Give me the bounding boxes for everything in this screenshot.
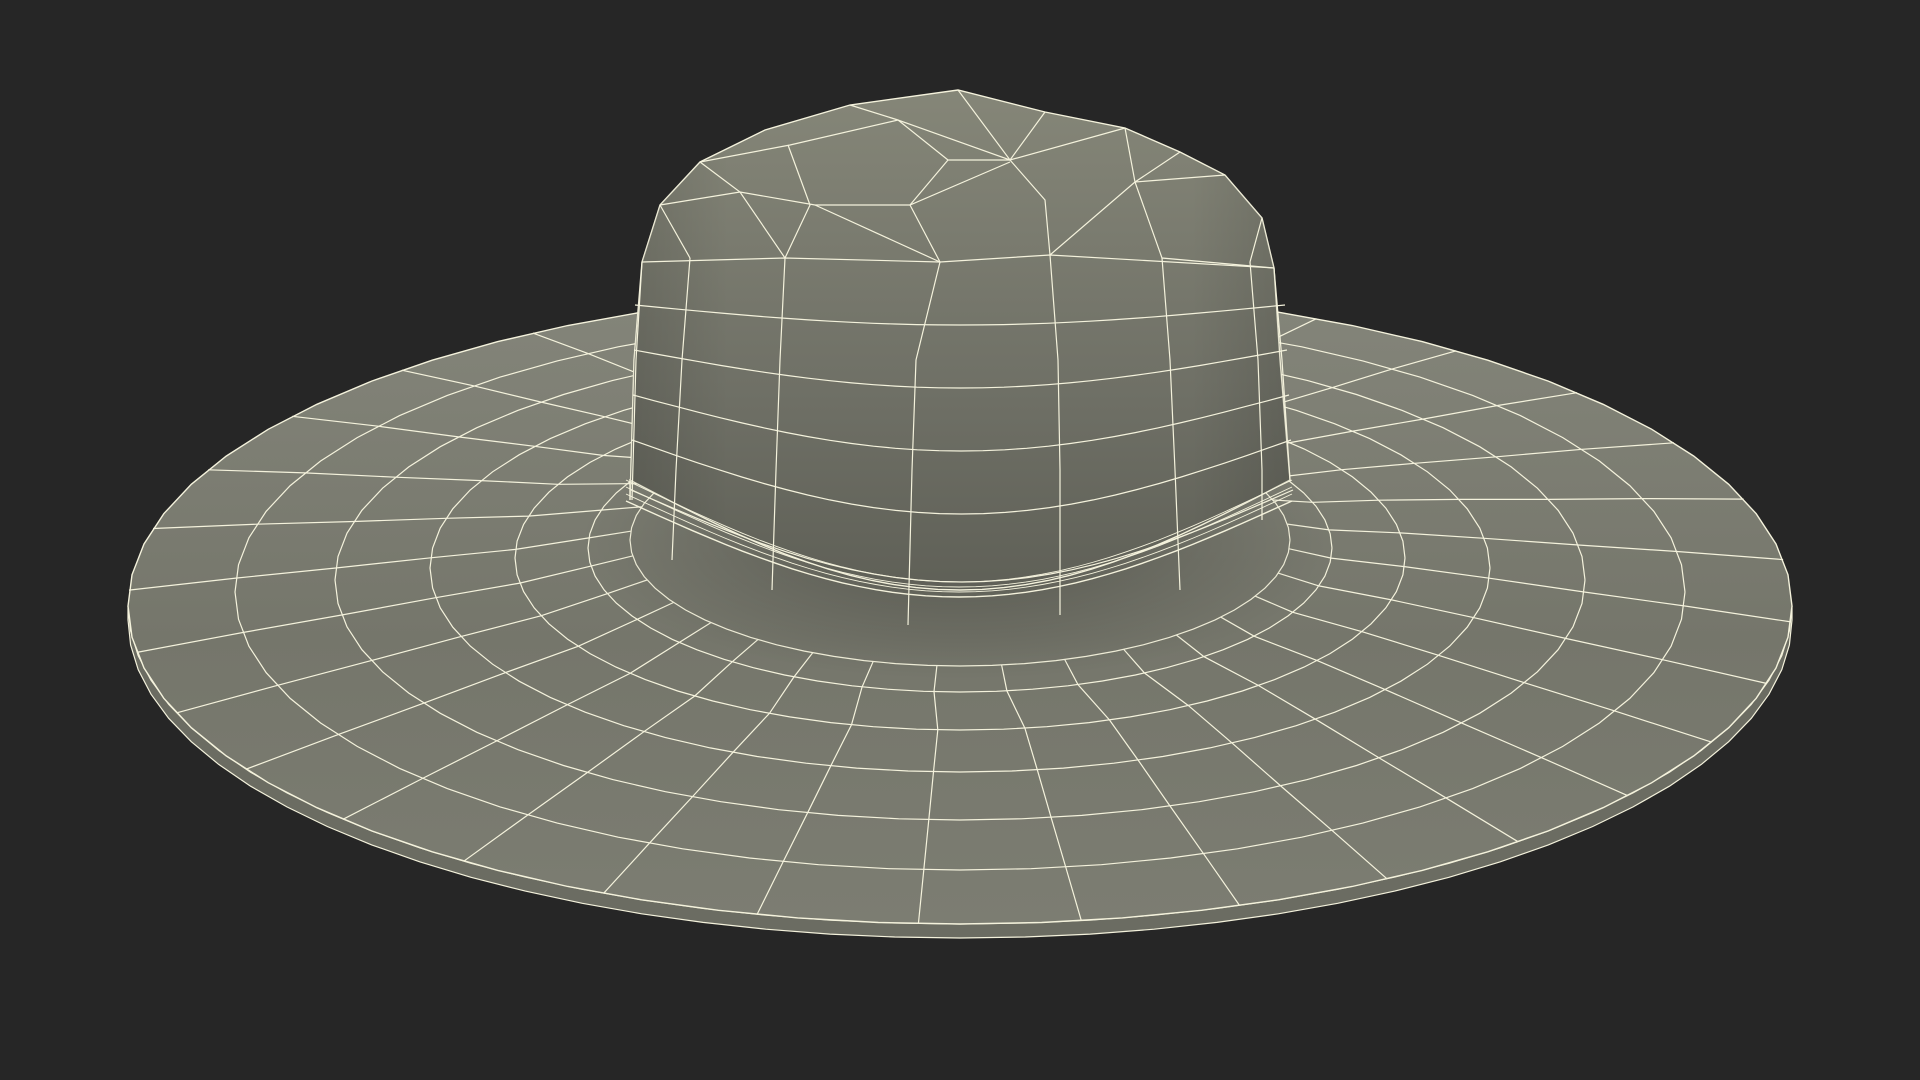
3d-viewport[interactable] bbox=[0, 0, 1920, 1080]
hat-model-icon bbox=[127, 89, 1793, 939]
